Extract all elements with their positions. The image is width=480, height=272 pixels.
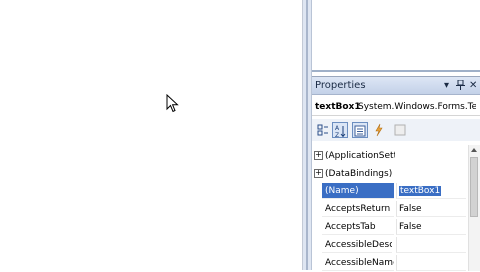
properties-panel: Properties ▾ ✕ textBox1 System.Windows.F… (312, 76, 480, 271)
property-value[interactable] (396, 237, 466, 253)
group-label: (DataBindings) (325, 169, 393, 179)
close-icon[interactable]: ✕ (469, 80, 477, 91)
svg-text:Z: Z (335, 132, 339, 138)
properties-toolbar: AZ (312, 119, 480, 141)
mouse-cursor-icon (166, 94, 179, 113)
property-value[interactable]: textBox1 (396, 183, 466, 199)
group-label: (ApplicationSettings) (325, 151, 395, 161)
form-designer-canvas[interactable] (0, 0, 302, 270)
properties-title: Properties (315, 80, 366, 91)
property-name: AcceptsReturn (322, 201, 394, 217)
property-value[interactable]: False (396, 219, 466, 235)
alphabetical-icon[interactable]: AZ (332, 122, 348, 139)
scroll-up-arrow-icon[interactable] (471, 148, 477, 152)
splitter-grip (306, 0, 308, 270)
window-position-icon[interactable]: ▾ (444, 80, 449, 91)
property-group-row[interactable]: + (ApplicationSettings) (312, 147, 466, 165)
property-pages-icon[interactable] (392, 122, 408, 138)
properties-icon[interactable] (352, 122, 368, 138)
events-icon[interactable] (371, 122, 387, 138)
property-value[interactable]: False (396, 201, 466, 217)
auto-hide-pin-icon[interactable] (456, 79, 465, 93)
scroll-thumb[interactable] (470, 157, 478, 217)
categorized-icon[interactable] (315, 122, 331, 138)
expand-icon[interactable]: + (314, 169, 323, 178)
property-row-acceptstab[interactable]: AcceptsTab False (312, 218, 466, 236)
property-name: AccessibleName (322, 255, 394, 271)
property-name: AcceptsTab (322, 219, 394, 235)
selected-object-name: textBox1 (315, 102, 361, 112)
selected-object-type: System.Windows.Forms.TextBox (358, 102, 476, 112)
property-grid-scrollbar[interactable] (468, 145, 480, 271)
property-name: AccessibleDescription (322, 237, 392, 253)
properties-title-bar: Properties ▾ ✕ (312, 77, 480, 95)
property-grid: + (ApplicationSettings) + (DataBindings)… (312, 141, 480, 271)
property-row-name[interactable]: (Name) textBox1 (312, 182, 466, 200)
solution-explorer-panel (312, 0, 480, 72)
expand-icon[interactable]: + (314, 151, 323, 160)
svg-text:A: A (335, 125, 340, 132)
property-name: (Name) (322, 183, 394, 199)
object-selector[interactable]: textBox1 System.Windows.Forms.TextBox (312, 98, 480, 116)
property-row-accessiblename[interactable]: AccessibleName (312, 254, 466, 272)
property-row-accessibledescription[interactable]: AccessibleDescription (312, 236, 466, 254)
property-value[interactable] (396, 255, 466, 271)
property-row-acceptsreturn[interactable]: AcceptsReturn False (312, 200, 466, 218)
property-group-row[interactable]: + (DataBindings) (312, 165, 466, 183)
